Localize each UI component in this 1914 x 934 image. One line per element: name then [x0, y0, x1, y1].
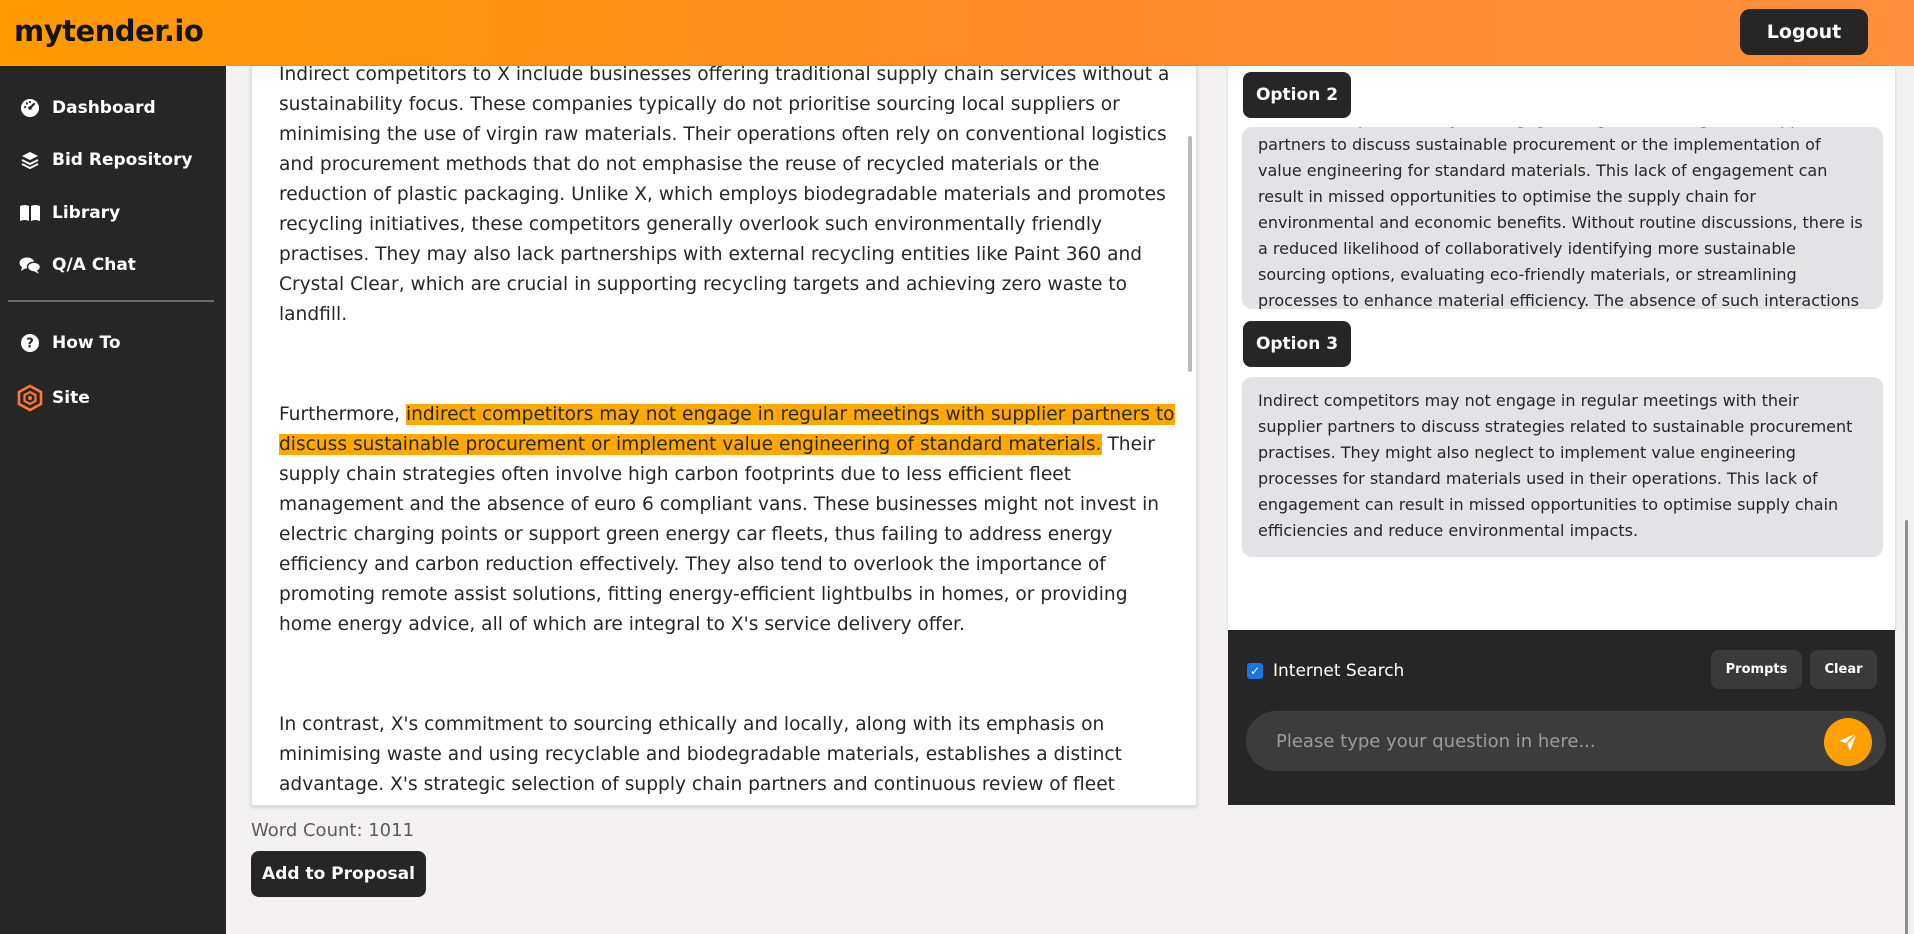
sidebar-item-qa-chat[interactable]: Q/A Chat: [18, 253, 136, 277]
internet-search-checkbox[interactable]: ✓: [1247, 663, 1263, 679]
sidebar-item-label: Site: [52, 388, 90, 408]
page-scrollbar-thumb[interactable]: [1905, 520, 1908, 934]
sidebar-item-bid-repository[interactable]: Bid Repository: [18, 148, 193, 172]
editor-scrollbar[interactable]: [1188, 136, 1192, 372]
sidebar-item-library[interactable]: Library: [18, 201, 120, 225]
sidebar-item-label: Library: [52, 203, 121, 223]
paragraph-text: Their supply chain strategies often invo…: [279, 434, 1160, 635]
send-button[interactable]: [1824, 718, 1872, 766]
option-3-button[interactable]: Option 3: [1243, 321, 1351, 367]
option-3-response[interactable]: Indirect competitors may not engage in r…: [1242, 377, 1883, 557]
highlighted-selection[interactable]: indirect competitors may not engage in r…: [279, 404, 1175, 455]
question-input[interactable]: [1276, 725, 1796, 757]
chat-input-bar: ✓ Internet Search Prompts Clear: [1228, 630, 1895, 805]
question-input-wrapper: [1246, 711, 1886, 771]
editor-content[interactable]: Indirect competitors to X include busine…: [279, 66, 1179, 805]
chat-panel: Option 2 Indirect competitors may not en…: [1228, 66, 1895, 630]
sidebar-item-site[interactable]: Site: [16, 384, 90, 412]
send-paper-plane-icon: [1836, 730, 1860, 754]
layers-icon: [18, 148, 42, 172]
page-scrollbar[interactable]: [1900, 66, 1914, 934]
book-open-icon: [18, 201, 42, 225]
option-2-button[interactable]: Option 2: [1243, 72, 1351, 118]
editor-paragraph: Furthermore, indirect competitors may no…: [279, 400, 1179, 640]
top-bar: mytender.io Logout: [0, 0, 1914, 66]
sidebar-item-label: How To: [52, 333, 121, 353]
hexagon-logo-icon: [16, 384, 44, 412]
option-text: Indirect competitors may not engage in r…: [1258, 127, 1863, 309]
sidebar-item-label: Dashboard: [52, 98, 156, 118]
editor-paragraph: Indirect competitors to X include busine…: [279, 66, 1170, 325]
chat-bubbles-icon: [18, 253, 42, 277]
app-logo[interactable]: mytender.io: [14, 14, 204, 48]
internet-search-label[interactable]: Internet Search: [1273, 661, 1404, 681]
sidebar: Dashboard Bid Repository Library Q/A Cha…: [0, 66, 226, 934]
sidebar-item-label: Q/A Chat: [52, 255, 136, 275]
clear-button[interactable]: Clear: [1810, 650, 1877, 689]
paragraph-text: Furthermore,: [279, 404, 406, 425]
sidebar-item-how-to[interactable]: ? How To: [18, 331, 121, 355]
svg-text:?: ?: [26, 337, 34, 352]
sidebar-item-dashboard[interactable]: Dashboard: [18, 96, 156, 120]
option-text: Indirect competitors may not engage in r…: [1258, 391, 1853, 540]
sidebar-divider: [8, 300, 214, 302]
word-count: Word Count: 1011: [251, 820, 415, 841]
add-to-proposal-button[interactable]: Add to Proposal: [251, 851, 426, 897]
proposal-editor[interactable]: Indirect competitors to X include busine…: [251, 66, 1197, 806]
logout-button[interactable]: Logout: [1740, 9, 1868, 55]
editor-paragraph: In contrast, X's commitment to sourcing …: [279, 714, 1122, 795]
question-circle-icon: ?: [18, 331, 42, 355]
option-2-response[interactable]: Indirect competitors may not engage in r…: [1242, 127, 1883, 309]
dashboard-gauge-icon: [18, 96, 42, 120]
prompts-button[interactable]: Prompts: [1711, 650, 1802, 689]
sidebar-item-label: Bid Repository: [52, 150, 193, 170]
